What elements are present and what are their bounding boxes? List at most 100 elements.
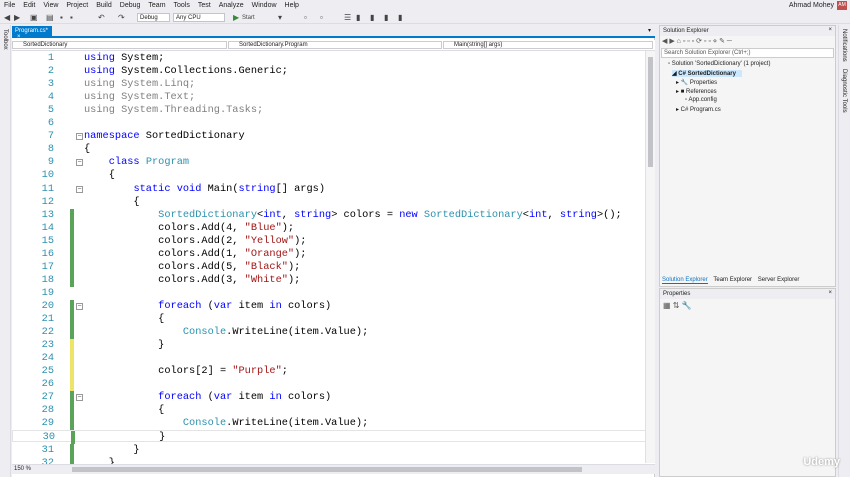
menu-view[interactable]: View: [39, 0, 62, 9]
save-icon[interactable]: ▪: [60, 13, 63, 22]
class-dropdown[interactable]: SortedDictionary.Program: [228, 41, 442, 49]
diagnostic-tools-tab[interactable]: Diagnostic Tools: [841, 69, 847, 113]
code-line[interactable]: 30 }: [12, 430, 655, 445]
code-line[interactable]: 5 using System.Threading.Tasks;: [12, 104, 655, 117]
code-line[interactable]: 1 using System;: [12, 52, 655, 65]
code-line[interactable]: 14 colors.Add(4, "Blue");: [12, 221, 655, 235]
code-line[interactable]: 4 using System.Text;: [12, 91, 655, 104]
code-line[interactable]: 16 colors.Add(1, "Orange");: [12, 247, 655, 261]
code-line[interactable]: 23 }: [12, 339, 655, 353]
code-area[interactable]: 1 using System; 2 using System.Collections.…: [12, 51, 655, 466]
menu-tools[interactable]: Tools: [170, 0, 194, 9]
bookmark-icon[interactable]: ▮: [356, 13, 360, 22]
tool-icon[interactable]: ▫: [304, 13, 307, 22]
menu-window[interactable]: Window: [248, 0, 281, 9]
code-line[interactable]: 20 foreach (var item in colors): [12, 299, 655, 313]
menu-build[interactable]: Build: [92, 0, 116, 9]
code-line[interactable]: 11 static void Main(string[] args): [12, 183, 655, 196]
code-line[interactable]: 10 {: [12, 169, 655, 182]
explorer-search-input[interactable]: Search Solution Explorer (Ctrl+;): [661, 48, 834, 58]
comment-icon[interactable]: ☰: [344, 13, 351, 22]
code-line[interactable]: 19: [12, 287, 655, 300]
close-icon[interactable]: ×: [828, 290, 832, 296]
references-node[interactable]: ▸ ■ References: [676, 88, 717, 95]
play-icon[interactable]: ▶: [233, 13, 239, 22]
config-dropdown[interactable]: Debug: [137, 13, 170, 22]
scrollbar-thumb[interactable]: [648, 57, 653, 167]
attach-icon[interactable]: ▾: [278, 13, 282, 22]
code-line[interactable]: 17 colors.Add(5, "Black");: [12, 260, 655, 274]
member-dropdown[interactable]: Main(string[] args): [443, 41, 653, 49]
udemy-watermark: Udemy: [803, 456, 840, 468]
app-config-node[interactable]: ▫ App.config: [685, 97, 717, 103]
tool-icon[interactable]: ▫: [320, 13, 323, 22]
code-line[interactable]: 2 using System.Collections.Generic;: [12, 65, 655, 78]
notifications-tab[interactable]: Notifications: [841, 29, 847, 62]
toolbox-tab[interactable]: Toolbox: [2, 29, 8, 50]
code-line[interactable]: 26: [12, 378, 655, 392]
code-line[interactable]: 3 using System.Linq;: [12, 78, 655, 91]
zoom-level[interactable]: 150 %: [14, 466, 31, 472]
code-line[interactable]: 8{: [12, 143, 655, 156]
avatar[interactable]: AM: [837, 1, 847, 10]
menu-test[interactable]: Test: [194, 0, 215, 9]
new-project-icon[interactable]: ▣: [30, 13, 38, 22]
bookmark-icon[interactable]: ▮: [370, 13, 374, 22]
tab-server-explorer[interactable]: Server Explorer: [758, 277, 800, 283]
code-line[interactable]: 21 {: [12, 313, 655, 326]
collapse-icon[interactable]: −: [76, 159, 83, 167]
code-line[interactable]: 15 colors.Add(2, "Yellow");: [12, 234, 655, 248]
solution-node[interactable]: ▫ Solution 'SortedDictionary' (1 project…: [668, 61, 770, 67]
collapse-icon[interactable]: −: [76, 185, 83, 193]
bookmark-icon[interactable]: ▮: [384, 13, 388, 22]
undo-icon[interactable]: ↶: [98, 13, 105, 22]
save-all-icon[interactable]: ▪: [70, 13, 73, 22]
code-line[interactable]: 31 }: [12, 443, 655, 457]
user-name[interactable]: Ahmad Mohey: [789, 2, 834, 9]
program-cs-node[interactable]: ▸ C# Program.cs: [676, 106, 721, 113]
start-button[interactable]: Start: [242, 14, 255, 23]
code-line[interactable]: 25 colors[2] = "Purple";: [12, 365, 655, 379]
code-line[interactable]: 7 namespace SortedDictionary: [12, 130, 655, 143]
collapse-icon[interactable]: −: [76, 394, 83, 402]
menu-edit[interactable]: Edit: [19, 0, 39, 9]
forward-icon[interactable]: ▶: [14, 13, 20, 22]
menu-file[interactable]: File: [0, 0, 19, 9]
project-node[interactable]: ◢ C# SortedDictionary: [672, 70, 742, 77]
properties-node[interactable]: ▸ 🔧 Properties: [676, 79, 717, 86]
menu-analyze[interactable]: Analyze: [215, 0, 248, 9]
back-icon[interactable]: ◀: [4, 13, 10, 22]
collapse-icon[interactable]: −: [76, 133, 83, 141]
menu-help[interactable]: Help: [281, 0, 303, 9]
menu-project[interactable]: Project: [62, 0, 92, 9]
code-line[interactable]: 6: [12, 117, 655, 130]
code-line[interactable]: 13 SortedDictionary<int, string> colors …: [12, 208, 655, 222]
code-line[interactable]: 24: [12, 352, 655, 366]
collapse-icon[interactable]: −: [76, 302, 83, 310]
open-icon[interactable]: ▤: [46, 13, 54, 22]
horizontal-scrollbar[interactable]: 150 %: [12, 464, 655, 474]
code-line[interactable]: 12 {: [12, 196, 655, 209]
chevron-down-icon[interactable]: ▾: [648, 27, 651, 34]
code-token: "Blue": [244, 221, 282, 234]
code-line[interactable]: 28 {: [12, 404, 655, 418]
project-dropdown[interactable]: SortedDictionary: [12, 41, 227, 49]
code-line[interactable]: 22 Console.WriteLine(item.Value);: [12, 326, 655, 340]
code-line[interactable]: 9 class Program: [12, 156, 655, 169]
platform-dropdown[interactable]: Any CPU: [173, 13, 225, 22]
menu-debug[interactable]: Debug: [116, 0, 145, 9]
redo-icon[interactable]: ↷: [118, 13, 125, 22]
bookmark-icon[interactable]: ▮: [398, 13, 402, 22]
close-icon[interactable]: ×: [828, 27, 832, 33]
code-line[interactable]: 29 Console.WriteLine(item.Value);: [12, 417, 655, 431]
code-line[interactable]: 27 foreach (var item in colors): [12, 391, 655, 405]
menu-team[interactable]: Team: [144, 0, 169, 9]
line-number: 21: [41, 313, 54, 325]
tab-solution-explorer[interactable]: Solution Explorer: [662, 277, 708, 284]
code-editor[interactable]: Program.cs* × ▾ SortedDictionary SortedD…: [12, 25, 655, 477]
vertical-scrollbar[interactable]: [645, 51, 655, 463]
tab-program-cs[interactable]: Program.cs* ×: [12, 26, 52, 40]
code-line[interactable]: 18 colors.Add(3, "White");: [12, 273, 655, 287]
tab-team-explorer[interactable]: Team Explorer: [713, 277, 752, 283]
hscroll-thumb[interactable]: [72, 467, 582, 472]
